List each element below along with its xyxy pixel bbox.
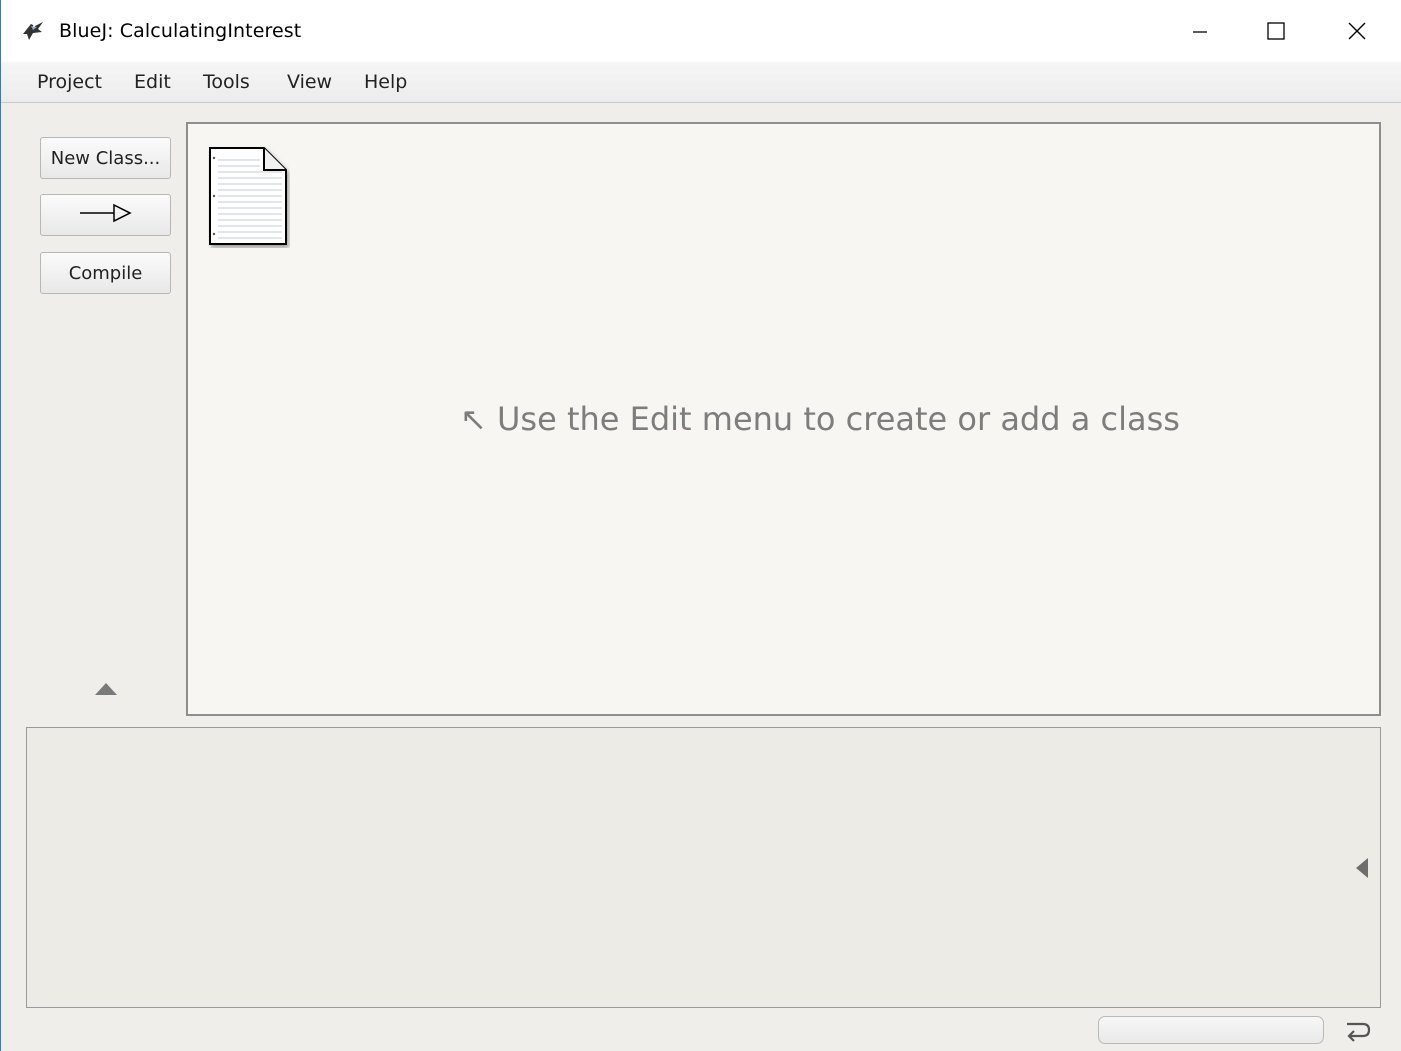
- maximize-icon: [1266, 21, 1286, 41]
- collapse-up-icon[interactable]: [95, 683, 117, 695]
- menu-tools[interactable]: Tools: [203, 71, 250, 93]
- window-title: BlueJ: CalculatingInterest: [59, 20, 302, 42]
- compile-button[interactable]: Compile: [40, 252, 171, 294]
- new-class-button[interactable]: New Class...: [40, 137, 171, 179]
- close-button[interactable]: [1334, 0, 1380, 62]
- title-bar: BlueJ: CalculatingInterest: [1, 0, 1401, 62]
- status-field: [1098, 1016, 1324, 1044]
- menu-project[interactable]: Project: [37, 71, 102, 93]
- bluej-window: BlueJ: CalculatingInterest Project Edit …: [0, 0, 1401, 1051]
- minimize-button[interactable]: [1177, 0, 1223, 62]
- minimize-icon: [1191, 22, 1209, 40]
- empty-diagram-hint: ↖ Use the Edit menu to create or add a c…: [460, 400, 1180, 438]
- object-bench[interactable]: [26, 727, 1381, 1008]
- collapse-left-icon[interactable]: [1356, 858, 1368, 878]
- menu-edit[interactable]: Edit: [134, 71, 171, 93]
- inheritance-arrow-icon: [78, 202, 134, 229]
- return-arrow-icon[interactable]: [1341, 1014, 1373, 1046]
- menu-view[interactable]: View: [287, 71, 332, 93]
- menu-help[interactable]: Help: [364, 71, 407, 93]
- bluej-bird-icon: [21, 20, 45, 42]
- class-diagram-area[interactable]: ↖ Use the Edit menu to create or add a c…: [186, 122, 1381, 716]
- maximize-button[interactable]: [1253, 0, 1299, 62]
- menu-bar: Project Edit Tools View Help: [1, 62, 1401, 103]
- new-inheritance-button[interactable]: [40, 194, 171, 236]
- readme-document-icon[interactable]: [208, 146, 290, 248]
- close-icon: [1347, 21, 1367, 41]
